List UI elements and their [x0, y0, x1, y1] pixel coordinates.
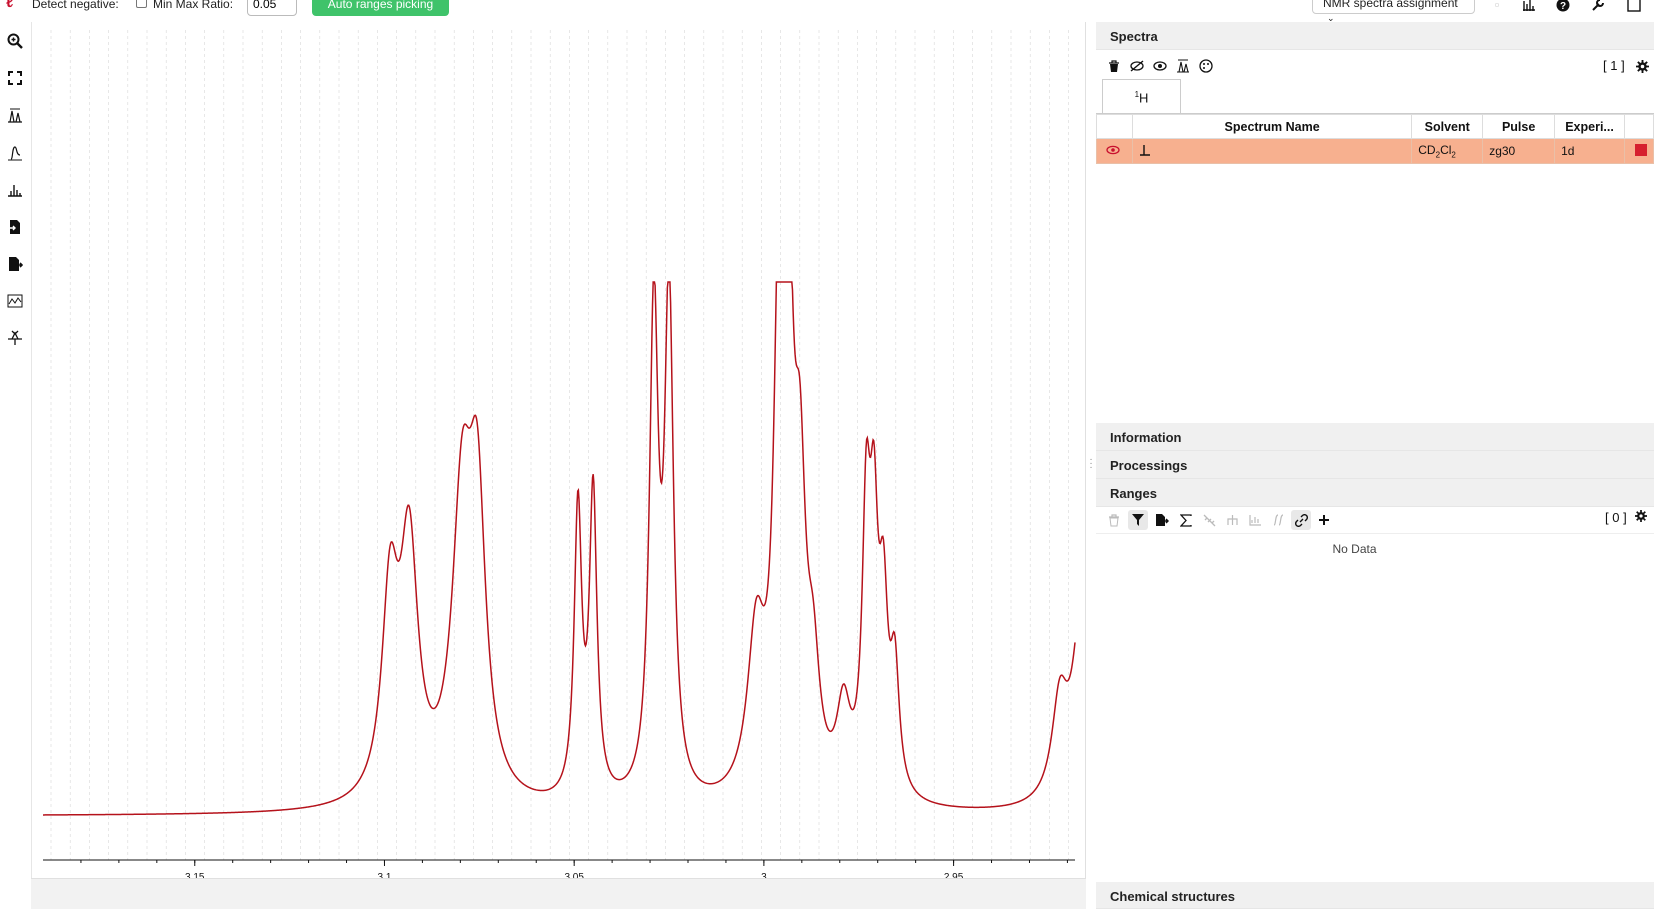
zoom-icon[interactable] [4, 30, 26, 52]
left-toolbar [0, 22, 30, 909]
detect-negative-label: Detect negative: [32, 0, 119, 11]
spectrum-name-cell[interactable] [1131, 138, 1413, 164]
add-icon[interactable] [1314, 510, 1334, 530]
spectra-settings-gear-icon[interactable] [1634, 58, 1650, 74]
eye-icon[interactable] [1106, 144, 1120, 158]
x-axis-ticks: 3.15 3.1 3.05 3 2.95 [80, 860, 1068, 883]
svg-text:?: ? [1560, 1, 1566, 12]
plot-grid [50, 30, 1069, 860]
peak-picking-icon[interactable] [4, 104, 26, 126]
pulse-cell: zg30 [1482, 138, 1556, 164]
experiment-cell: 1d [1554, 138, 1625, 164]
spectrum-type-icon [1139, 143, 1151, 160]
unlink-icon[interactable] [1199, 510, 1219, 530]
show-all-icon[interactable] [1152, 58, 1168, 74]
filter-icon[interactable] [1128, 510, 1148, 530]
spectra-count: [ 1 ] [1603, 58, 1625, 73]
color-cell[interactable] [1623, 138, 1654, 164]
full-screen-icon[interactable] [4, 67, 26, 89]
window-icon[interactable] [1626, 0, 1642, 12]
spectrum-trace [43, 281, 1076, 816]
min-max-ratio-input[interactable] [247, 0, 297, 16]
hide-all-icon[interactable] [1129, 58, 1145, 74]
ranges-trash-icon[interactable] [1104, 510, 1124, 530]
col-visibility [1096, 114, 1133, 139]
col-experiment[interactable]: Experi... [1554, 114, 1625, 139]
solvent-pre: CD [1418, 142, 1436, 157]
tab-1h-label: H [1139, 90, 1149, 106]
logo-icon: ℓ [6, 0, 14, 11]
visibility-cell[interactable] [1096, 138, 1133, 164]
integral-icon[interactable] [4, 142, 26, 164]
solvent-mid: Cl [1440, 142, 1452, 157]
help-icon[interactable]: ? [1555, 0, 1571, 12]
chemical-structures-section-header[interactable]: Chemical structures [1096, 882, 1654, 909]
auto-ranges-picking-button[interactable]: Auto ranges picking [312, 0, 449, 16]
trash-icon[interactable] [1106, 58, 1122, 74]
ranges-no-data: No Data [1332, 542, 1377, 556]
right-panel: Spectra [ 1 ] 1H Spectrum Name Solvent P… [1096, 22, 1654, 909]
ranges-icon[interactable] [4, 179, 26, 201]
wrench-icon[interactable] [1590, 0, 1606, 12]
spectra-toolbar: [ 1 ] [1096, 52, 1654, 78]
spectra-table-header: Spectrum Name Solvent Pulse Experi... [1096, 114, 1654, 139]
panel-resize-handle[interactable]: · · · [1088, 455, 1094, 473]
col-solvent[interactable]: Solvent [1411, 114, 1484, 139]
tab-1h[interactable]: 1H [1102, 79, 1181, 114]
link-icon[interactable] [1291, 510, 1311, 530]
phase-correction-icon[interactable] [4, 327, 26, 349]
solvent-cell: CD2Cl2 [1411, 138, 1484, 164]
tree-icon[interactable] [1222, 510, 1242, 530]
import-icon[interactable] [4, 216, 26, 238]
assignment-select-label: NMR spectra assignment [1323, 0, 1458, 10]
min-max-ratio-label: Min Max Ratio: [153, 0, 234, 11]
spectrum-settings-icon[interactable] [1521, 0, 1537, 12]
ranges-export-icon[interactable] [1152, 510, 1172, 530]
col-color [1623, 114, 1654, 139]
ranges-section-header[interactable]: Ranges [1096, 479, 1654, 507]
col-pulse[interactable]: Pulse [1482, 114, 1556, 139]
baseline-correction-icon[interactable] [4, 290, 26, 312]
col-spectrum-name[interactable]: Spectrum Name [1131, 114, 1413, 139]
ranges-toolbar: [ 0 ] [1096, 508, 1654, 534]
spectra-table: Spectrum Name Solvent Pulse Experi... CD… [1096, 114, 1654, 164]
ranges-settings-gear-icon[interactable] [1631, 506, 1651, 526]
spectrum-chart[interactable]: 3.15 3.1 3.05 3 2.95 [32, 22, 1087, 883]
sum-icon[interactable] [1176, 510, 1196, 530]
plot-footer [31, 878, 1086, 909]
top-toolbar: ℓ Detect negative: Min Max Ratio: Auto r… [0, 0, 1654, 23]
export-icon[interactable] [4, 253, 26, 275]
chart-icon[interactable] [1245, 510, 1265, 530]
assignment-select[interactable]: NMR spectra assignment ⌄ [1312, 0, 1475, 23]
information-section-header[interactable]: Information [1096, 423, 1654, 451]
palette-icon[interactable] [1198, 58, 1214, 74]
spectrum-plot[interactable]: 3.15 3.1 3.05 3 2.95 [31, 22, 1086, 909]
detect-negative-checkbox[interactable] [136, 0, 147, 8]
solvent-sub2: 2 [1451, 150, 1456, 160]
spectrum-overlay-icon[interactable] [1175, 58, 1191, 74]
spectra-section-header[interactable]: Spectra [1096, 22, 1654, 50]
spectrum-row[interactable]: CD2Cl2 zg30 1d [1096, 138, 1654, 164]
processings-section-header[interactable]: Processings [1096, 451, 1654, 479]
integral-ranges-icon[interactable] [1268, 510, 1288, 530]
ranges-count: [ 0 ] [1605, 510, 1627, 525]
spectrum-color-swatch[interactable] [1634, 143, 1647, 156]
camera-icon[interactable]: ▫ [1489, 0, 1505, 12]
